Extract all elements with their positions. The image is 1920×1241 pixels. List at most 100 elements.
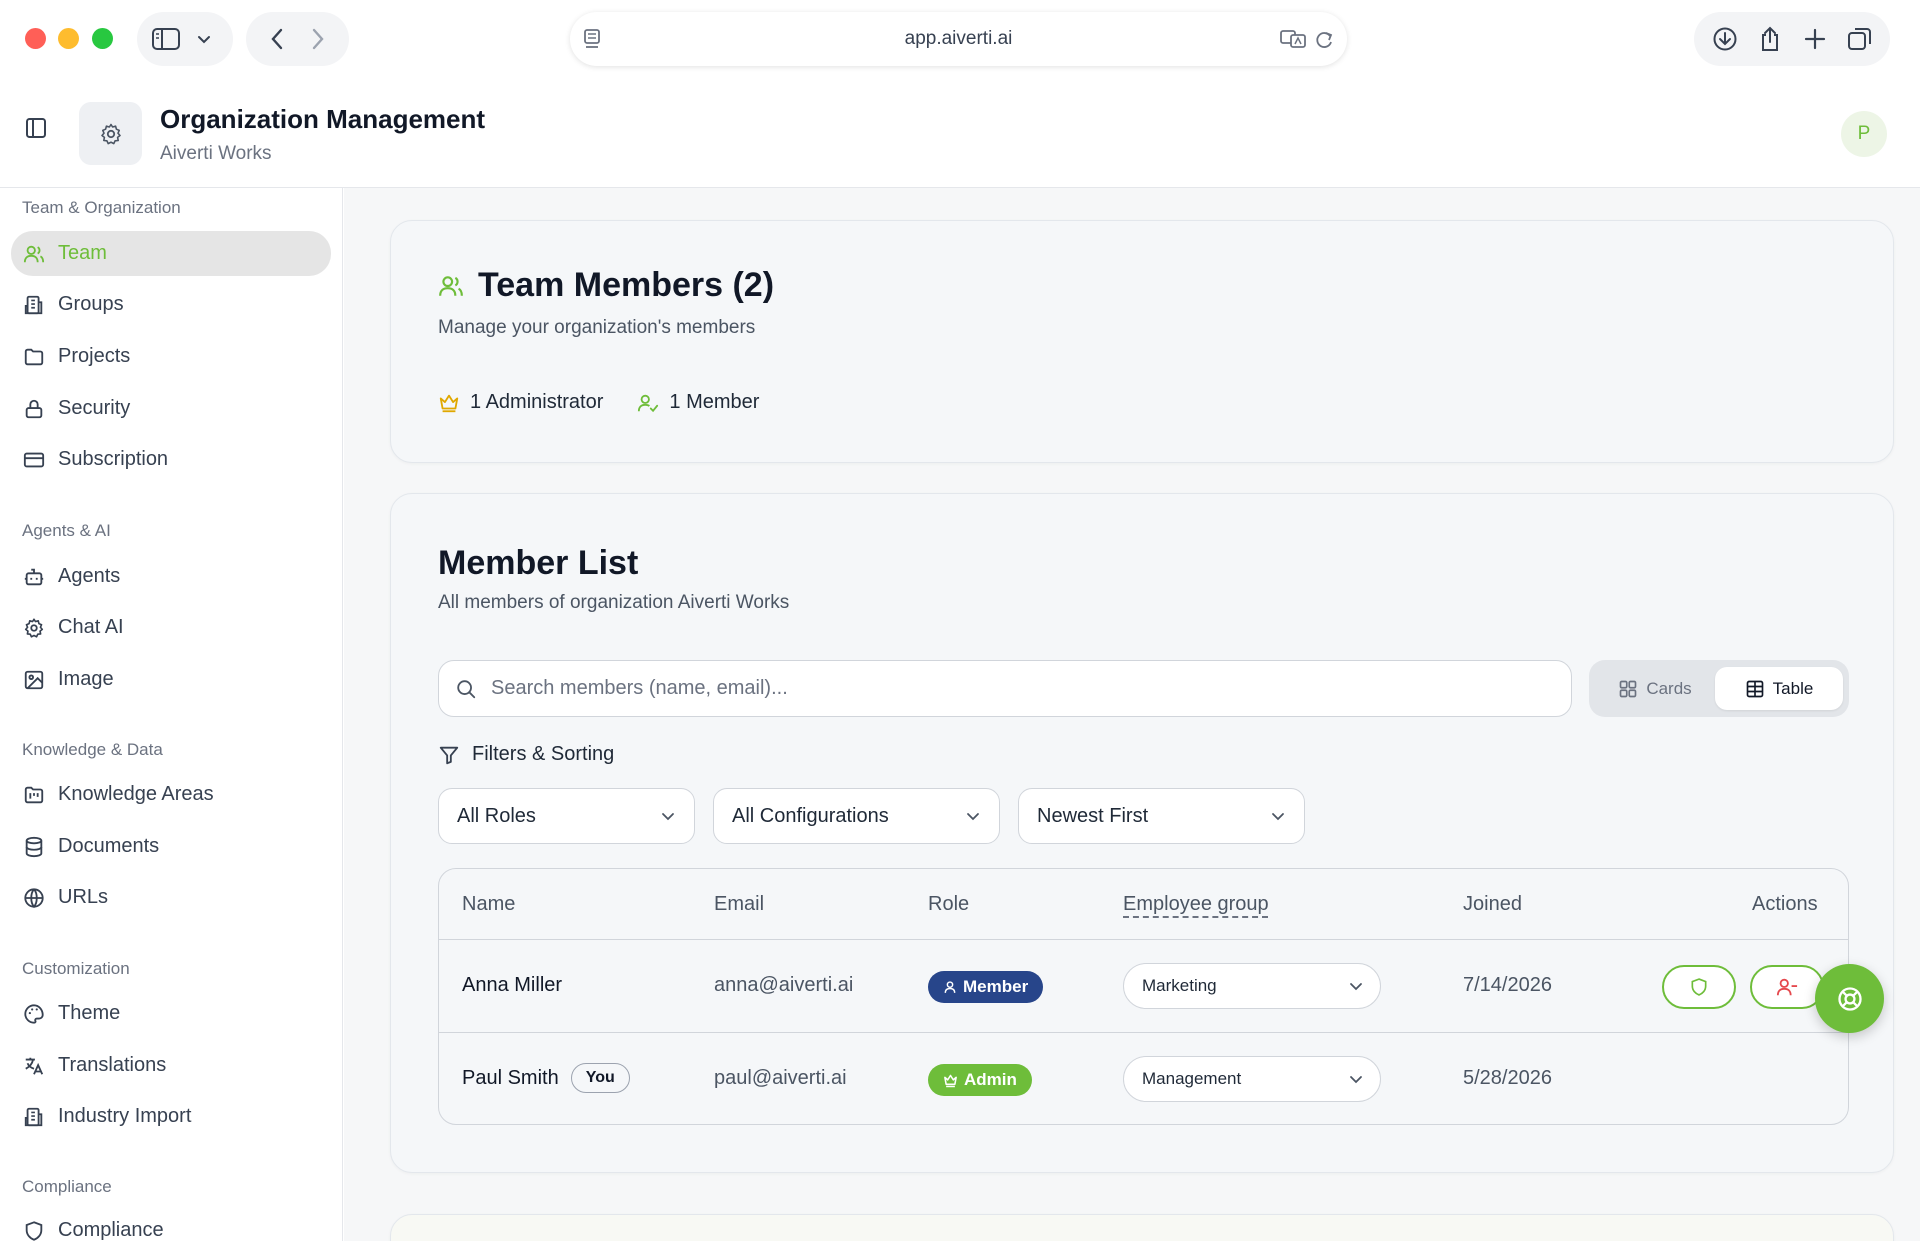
table-view-label: Table [1772, 678, 1814, 698]
users-icon [22, 242, 46, 266]
sidebar-item-groups[interactable]: Groups [11, 282, 331, 327]
sidebar-item-theme[interactable]: Theme [11, 991, 331, 1036]
team-members-title: Team Members (2) [478, 266, 775, 304]
page-title: Organization Management [160, 104, 486, 134]
download-icon[interactable] [1708, 22, 1742, 56]
sidebar-item-urls[interactable]: URLs [11, 875, 331, 920]
forward-arrow-icon[interactable] [301, 22, 335, 56]
tab-overview-icon[interactable] [1843, 22, 1877, 56]
filter-icon [438, 744, 460, 766]
joined-date: 7/14/2026 [1463, 974, 1552, 996]
column-header-email[interactable]: Email [714, 893, 764, 916]
search-input[interactable] [491, 677, 1541, 700]
window-minimize-button[interactable] [58, 28, 79, 49]
url-text: app.aiverti.ai [904, 28, 1013, 49]
cards-view-button[interactable]: Cards [1595, 667, 1715, 710]
sidebar-item-subscription[interactable]: Subscription [11, 437, 331, 482]
sidebar-section-label: Customization [22, 959, 130, 978]
chevron-down-icon [1348, 1071, 1364, 1087]
back-arrow-icon[interactable] [260, 22, 294, 56]
sidebar-item-chat-ai[interactable]: Chat AI [11, 605, 331, 650]
sidebar-section-label: Knowledge & Data [22, 740, 163, 759]
sidebar-item-label: URLs [58, 886, 109, 908]
member-email: paul@aiverti.ai [714, 1067, 847, 1089]
sidebar-item-industry-import[interactable]: Industry Import [11, 1094, 331, 1139]
role-filter-select[interactable]: All Roles [438, 788, 695, 844]
you-badge: You [570, 1063, 630, 1093]
filters-sorting-text: Filters & Sorting [472, 743, 615, 765]
sidebar-section-label: Compliance [22, 1177, 112, 1196]
shield-icon [1689, 977, 1709, 997]
chevron-down-icon [1348, 978, 1364, 994]
help-button[interactable] [1815, 964, 1884, 1033]
sidebar-item-documents[interactable]: Documents [11, 824, 331, 869]
table-row: Anna Miller anna@aiverti.ai Member Marke… [439, 940, 1848, 1033]
permissions-button[interactable] [1662, 965, 1736, 1009]
sidebar-item-image[interactable]: Image [11, 657, 331, 702]
table-view-button[interactable]: Table [1715, 667, 1843, 710]
share-icon[interactable] [1753, 22, 1787, 56]
filters-sorting-label: Filters & Sorting [438, 743, 614, 766]
team-stats: 1 Administrator 1 Member [438, 391, 759, 414]
reload-icon[interactable] [1313, 27, 1335, 51]
configuration-filter-select[interactable]: All Configurations [713, 788, 1000, 844]
sidebar-item-label: Chat AI [58, 616, 124, 638]
administrator-count: 1 Administrator [470, 391, 604, 413]
new-tab-icon[interactable] [1798, 22, 1832, 56]
user-icon [943, 980, 957, 994]
member-name: Paul Smith [462, 1067, 559, 1089]
member-list-subtitle: All members of organization Aiverti Work… [438, 592, 790, 613]
sidebar-item-translations[interactable]: Translations [11, 1043, 331, 1088]
chevron-down-icon[interactable] [187, 22, 221, 56]
cards-view-label: Cards [1646, 678, 1692, 698]
sidebar-section-label: Team & Organization [22, 198, 181, 217]
sidebar-item-label: Subscription [58, 448, 169, 470]
chevron-down-icon [660, 808, 676, 824]
sidebar-item-projects[interactable]: Projects [11, 334, 331, 379]
palette-icon [22, 1002, 46, 1026]
sidebar-item-team[interactable]: Team [11, 231, 331, 276]
employee-group-select[interactable]: Management [1123, 1056, 1381, 1102]
column-header-employee-group[interactable]: Employee group [1123, 893, 1269, 916]
panel-left-icon[interactable] [24, 116, 48, 140]
window-zoom-button[interactable] [92, 28, 113, 49]
browser-sidebar-icon[interactable] [149, 22, 183, 56]
remove-member-button[interactable] [1750, 965, 1824, 1009]
employee-group-select[interactable]: Marketing [1123, 963, 1381, 1009]
crown-icon [438, 392, 460, 414]
role-label: Admin [964, 1070, 1017, 1089]
settings-logo [79, 102, 142, 165]
translate-icon[interactable] [1279, 27, 1307, 51]
role-badge-member: Member [928, 971, 1044, 1003]
member-name: Anna Miller [462, 974, 563, 996]
crown-icon [943, 1073, 958, 1088]
chevron-down-icon [965, 808, 981, 824]
grid-icon [1618, 679, 1638, 699]
app-header: Organization Management Aiverti Works P [0, 78, 1920, 188]
sidebar-item-label: Documents [58, 835, 160, 857]
sort-select[interactable]: Newest First [1018, 788, 1305, 844]
column-header-name[interactable]: Name [462, 893, 515, 916]
credit-card-icon [22, 448, 46, 472]
window-close-button[interactable] [25, 28, 46, 49]
sort-value: Newest First [1037, 804, 1149, 827]
lock-icon [22, 397, 46, 421]
joined-date: 5/28/2026 [1463, 1067, 1552, 1089]
address-bar[interactable]: app.aiverti.ai [570, 12, 1347, 66]
view-toggle: Cards Table [1589, 660, 1849, 717]
sidebar-item-knowledge-areas[interactable]: Knowledge Areas [11, 772, 331, 817]
sidebar-item-security[interactable]: Security [11, 386, 331, 431]
role-badge-admin: Admin [928, 1064, 1032, 1096]
column-header-actions: Actions [1752, 893, 1818, 915]
sidebar-item-agents[interactable]: Agents [11, 554, 331, 599]
sidebar-item-label: Theme [58, 1002, 121, 1024]
column-header-joined[interactable]: Joined [1463, 893, 1522, 916]
users-icon [438, 273, 464, 299]
sidebar-item-label: Knowledge Areas [58, 783, 214, 805]
avatar[interactable]: P [1841, 111, 1887, 157]
sidebar-item-compliance[interactable]: Compliance [11, 1208, 331, 1241]
chevron-down-icon [1270, 808, 1286, 824]
sidebar-item-label: Team [58, 242, 107, 264]
member-list-card: Member List All members of organization … [390, 493, 1894, 1173]
column-header-role[interactable]: Role [928, 893, 969, 916]
